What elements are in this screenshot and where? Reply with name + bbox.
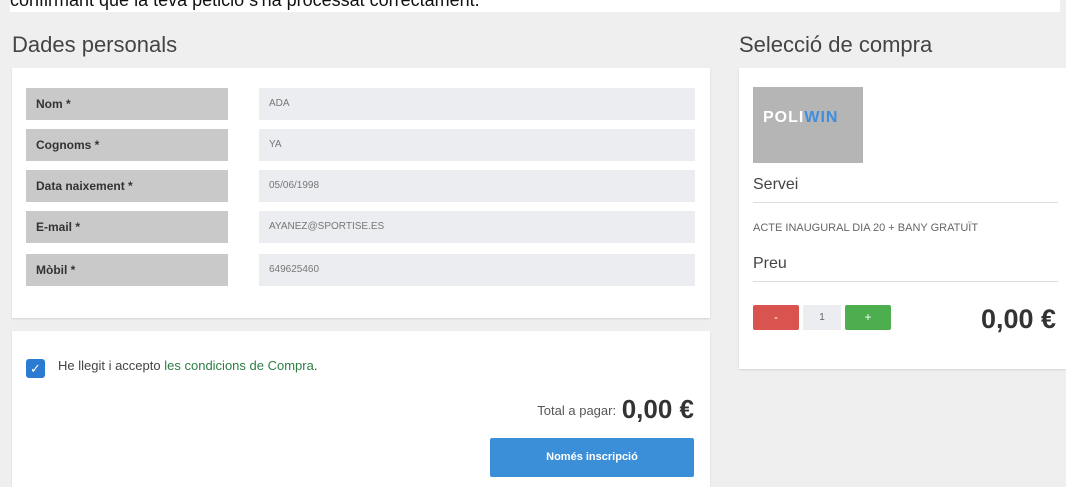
confirmation-text: confirmant que la teva petició s'ha proc…	[10, 0, 480, 10]
terms-checkbox[interactable]: ✓	[26, 359, 45, 378]
personal-data-title: Dades personals	[12, 32, 178, 57]
terms-link[interactable]: les condicions de Compra	[164, 358, 314, 373]
logo-text-b: WIN	[804, 109, 839, 126]
field-value[interactable]: AYANEZ@SPORTISE.ES	[259, 211, 695, 243]
terms-text: He llegit i accepto les condicions de Co…	[58, 358, 317, 373]
logo-text-a: POLI	[763, 109, 805, 126]
confirmation-message: confirmant que la teva petició s'ha proc…	[10, 0, 1060, 12]
field-label: Mòbil *	[26, 254, 228, 286]
purchase-selection-title: Selecció de compra	[739, 32, 933, 57]
total-label: Total a pagar:	[537, 403, 617, 418]
field-value[interactable]: 05/06/1998	[259, 170, 695, 202]
total-value: 0,00 €	[621, 394, 694, 424]
registration-only-button[interactable]: Només inscripció	[490, 438, 694, 477]
terms-suffix: .	[313, 358, 318, 373]
personal-data-card: Nom * ADA Cognoms * YA Data naixement * …	[12, 68, 710, 318]
divider	[753, 202, 1058, 203]
service-label: Servei	[753, 176, 799, 193]
increase-quantity-button[interactable]: +	[845, 305, 891, 330]
field-label: E-mail *	[26, 211, 228, 243]
decrease-quantity-button[interactable]: -	[753, 305, 799, 330]
field-value[interactable]: YA	[259, 129, 695, 161]
total-to-pay: Total a pagar: 0,00 €	[537, 394, 694, 425]
poliwin-logo: POLIWIN	[753, 87, 863, 163]
divider	[753, 281, 1058, 282]
quantity-field[interactable]: 1	[803, 305, 841, 330]
field-label: Nom *	[26, 88, 228, 120]
field-value[interactable]: ADA	[259, 88, 695, 120]
terms-prefix: He llegit i accepto	[58, 358, 161, 373]
item-price: 0,00 €	[981, 304, 1057, 334]
field-label: Data naixement *	[26, 170, 228, 202]
field-value[interactable]: 649625460	[259, 254, 695, 286]
price-label: Preu	[753, 255, 787, 272]
field-label: Cognoms *	[26, 129, 228, 161]
logo-text: POLIWIN	[763, 109, 838, 127]
service-value: ACTE INAUGURAL DIA 20 + BANY GRATUÏT	[753, 222, 979, 234]
